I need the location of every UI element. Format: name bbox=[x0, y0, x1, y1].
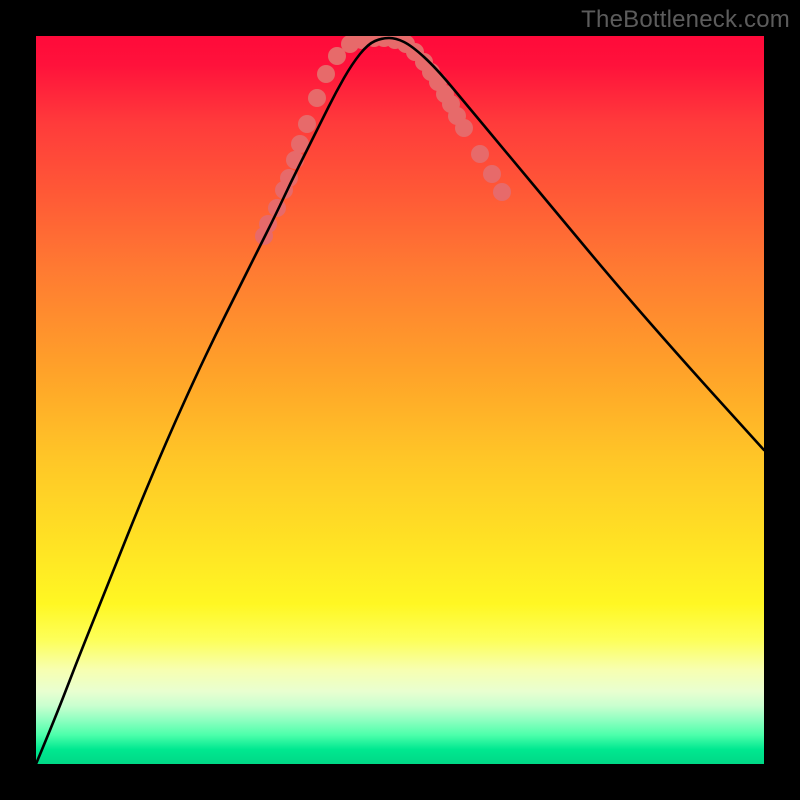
highlight-dot bbox=[298, 115, 316, 133]
highlight-dot bbox=[455, 119, 473, 137]
highlight-dot bbox=[493, 183, 511, 201]
highlight-dot bbox=[317, 65, 335, 83]
watermark-text: TheBottleneck.com bbox=[581, 6, 790, 34]
chart-frame: TheBottleneck.com bbox=[0, 0, 800, 800]
curve-svg bbox=[36, 36, 764, 764]
highlight-dot bbox=[471, 145, 489, 163]
highlight-dot bbox=[308, 89, 326, 107]
highlight-dots-group bbox=[255, 36, 511, 245]
highlight-dot bbox=[483, 165, 501, 183]
bottleneck-curve bbox=[36, 38, 764, 764]
plot-area bbox=[36, 36, 764, 764]
